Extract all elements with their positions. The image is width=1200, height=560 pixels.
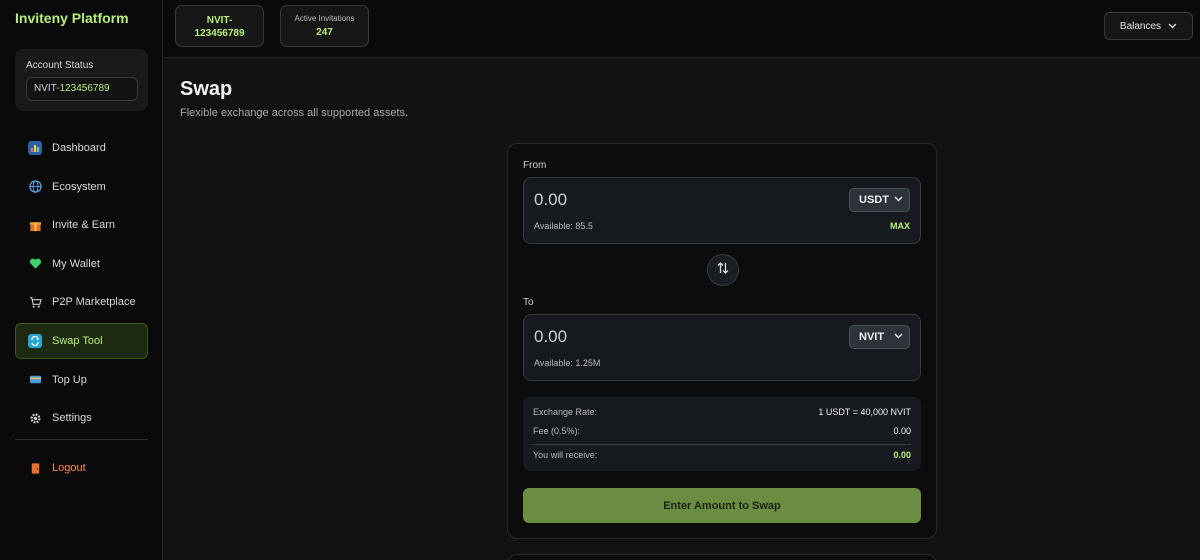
from-asset-select[interactable]: USDT (849, 188, 910, 212)
from-available: Available: 85.5 (534, 221, 593, 231)
user-id-line1: NVIT- (206, 15, 233, 26)
cart-icon (28, 295, 42, 309)
balances-label: Balances (1119, 20, 1162, 32)
account-status-card: Account Status NVIT-123456789 (15, 49, 148, 111)
sidebar-item-label: Invite & Earn (52, 219, 115, 232)
exchange-rate-value: 1 USDT = 40,000 NVIT (818, 407, 911, 417)
account-status-title: Account Status (26, 60, 94, 71)
to-field: 0.00 NVIT Available: 1.25M (523, 314, 921, 381)
exchange-rate-label: Exchange Rate: (533, 407, 598, 417)
to-amount-output: 0.00 (534, 327, 568, 346)
exchange-rate-row: Exchange Rate: 1 USDT = 40,000 NVIT (533, 407, 911, 417)
balances-button[interactable]: Balances (1104, 12, 1193, 40)
door-icon (28, 461, 42, 475)
fee-label: Fee (0.5%): (533, 426, 581, 436)
globe-icon (28, 180, 42, 194)
swap-submit-button[interactable]: Enter Amount to Swap (523, 488, 921, 523)
max-button[interactable]: MAX (890, 221, 910, 231)
user-id-line2: 123456789 (194, 28, 245, 39)
to-asset-select[interactable]: NVIT (849, 325, 910, 349)
user-id-card[interactable]: NVIT- 123456789 (175, 5, 264, 47)
gift-icon (28, 218, 42, 232)
sidebar-item-ecosystem[interactable]: Ecosystem (15, 169, 148, 205)
invitations-count: 247 (316, 27, 333, 38)
sidebar-item-settings[interactable]: Settings (15, 400, 148, 436)
nav-divider (15, 439, 148, 441)
swap-arrows-icon (716, 261, 730, 280)
from-amount-input[interactable]: 0.00 (534, 190, 567, 210)
sidebar-item-my-wallet[interactable]: My Wallet (15, 246, 148, 282)
summary-divider (533, 444, 911, 445)
chevron-down-icon (894, 194, 903, 204)
gear-icon (28, 411, 42, 425)
topbar: NVIT- 123456789 Active Invitations 247 B… (163, 0, 1200, 58)
swap-icon (28, 333, 42, 348)
to-available: Available: 1.25M (534, 358, 601, 368)
fee-value: 0.00 (893, 426, 911, 436)
sidebar-item-dashboard[interactable]: Dashboard (15, 130, 148, 166)
user-id-text: NVIT- 123456789 (176, 14, 263, 40)
sidebar-item-label: Swap Tool (52, 334, 103, 347)
sidebar-item-label: My Wallet (52, 257, 100, 270)
invitations-label: Active Invitations (294, 14, 355, 23)
sidebar-item-swap-tool[interactable]: Swap Tool (15, 322, 148, 359)
receive-label: You will receive: (533, 450, 598, 460)
sidebar-item-label: Top Up (52, 373, 87, 386)
sidebar-nav: Dashboard Ecosystem Invite & Earn My Wal… (15, 130, 148, 489)
to-label: To (523, 297, 534, 308)
secondary-card (507, 554, 937, 560)
from-field: 0.00 USDT Available: 85.5 MAX (523, 177, 921, 244)
swap-card: From 0.00 USDT Available: 85.5 MAX To 0.… (507, 143, 937, 539)
receive-row: You will receive: 0.00 (533, 450, 911, 460)
logout-button[interactable]: Logout (15, 450, 148, 486)
account-id-prefix: NVIT- (34, 83, 60, 94)
swap-summary: Exchange Rate: 1 USDT = 40,000 NVIT Fee … (523, 397, 921, 471)
receive-value: 0.00 (893, 450, 911, 460)
chart-icon (28, 141, 42, 155)
sidebar-item-top-up[interactable]: Top Up (15, 362, 148, 398)
heart-icon (28, 257, 42, 271)
sidebar-item-invite-earn[interactable]: Invite & Earn (15, 207, 148, 243)
page-subtitle: Flexible exchange across all supported a… (180, 107, 409, 119)
chevron-down-icon (894, 331, 903, 341)
page-title: Swap (180, 78, 233, 100)
active-invitations-card[interactable]: Active Invitations 247 (280, 5, 369, 47)
sidebar-item-p2p-marketplace[interactable]: P2P Marketplace (15, 284, 148, 320)
card-icon (28, 373, 42, 387)
sidebar-item-label: Settings (52, 412, 92, 425)
brand-title: Inviteny Platform (15, 10, 129, 26)
sidebar-item-label: Ecosystem (52, 180, 106, 193)
logout-label: Logout (52, 462, 86, 475)
sidebar-item-label: P2P Marketplace (52, 296, 136, 309)
chevron-down-icon (1168, 21, 1177, 31)
account-id-number: 123456789 (59, 83, 110, 94)
sidebar-item-label: Dashboard (52, 142, 106, 154)
swap-direction-button[interactable] (707, 254, 739, 286)
from-asset-value: USDT (859, 194, 889, 206)
account-id-pill: NVIT-123456789 (26, 77, 138, 101)
sidebar: Inviteny Platform Account Status NVIT-12… (0, 0, 163, 560)
to-asset-value: NVIT (859, 331, 885, 343)
fee-row: Fee (0.5%): 0.00 (533, 426, 911, 436)
from-label: From (523, 160, 547, 171)
